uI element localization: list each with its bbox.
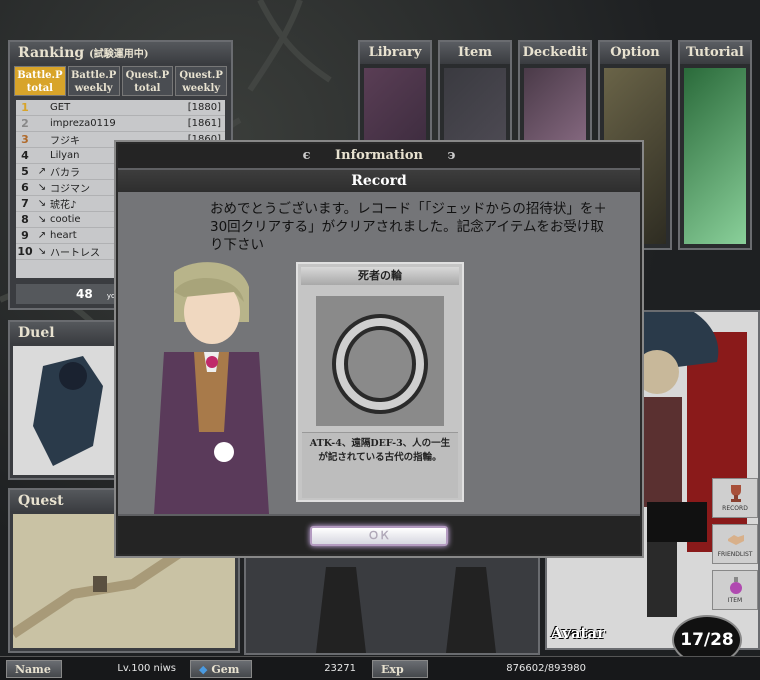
ornament-icon: ϶	[447, 148, 456, 163]
information-dialog: ϵ Information ϶ Record おめでとうございます。レコード「「…	[116, 142, 642, 556]
handshake-icon	[728, 535, 744, 545]
character-portrait	[154, 262, 269, 514]
item-name: 死者の輪	[301, 267, 459, 285]
gem-value: 23271	[324, 663, 356, 674]
tab-battle-weekly[interactable]: Battle.P weekly	[67, 66, 120, 96]
tab-quest-total[interactable]: Quest.P total	[121, 66, 174, 96]
trophy-icon	[731, 485, 741, 502]
background-characters-art	[244, 555, 540, 655]
gem-icon: ◆	[199, 663, 208, 676]
ranking-title: Ranking (試験運用中)	[10, 42, 231, 64]
record-button[interactable]: RECORD	[712, 478, 758, 518]
gem-label: ◆ Gem	[190, 660, 252, 678]
reward-item-card: 死者の輪 ATK-4、遠隔DEF-3、人の一生が記されている古代の指輪。	[296, 262, 464, 502]
item-button[interactable]: ITEM	[712, 570, 758, 610]
tab-battle-total[interactable]: Battle.P total	[14, 66, 66, 96]
ok-button[interactable]: ＯＫ	[310, 526, 448, 546]
ranking-tabs: Battle.P total Battle.P weekly Quest.P tota…	[10, 64, 231, 98]
duel-art	[13, 346, 133, 475]
dialog-footer: ＯＫ	[118, 516, 640, 554]
dialog-header: ϵ Information ϶	[118, 144, 640, 168]
dialog-message: おめでとうございます。レコード「「ジェッドからの招待状」を＋30回クリアする」が…	[210, 201, 607, 253]
potion-icon	[730, 577, 742, 594]
ring-icon	[316, 296, 444, 426]
exp-label: Exp	[372, 660, 428, 678]
status-bar: Name Lv.100 niws ◆ Gem 23271 Exp 876602/…	[0, 656, 760, 680]
tutorial-art	[684, 68, 746, 244]
ranking-row[interactable]: 1 GET [1880]	[16, 100, 225, 116]
name-label: Name	[6, 660, 62, 678]
ranking-row[interactable]: 2 impreza0119 [1861]	[16, 116, 225, 132]
player-name-value: Lv.100 niws	[117, 663, 176, 674]
dialog-body: おめでとうございます。レコード「「ジェッドからの招待状」を＋30回クリアする」が…	[118, 192, 640, 514]
ornament-icon: ϵ	[302, 148, 311, 163]
item-description: ATK-4、遠隔DEF-3、人の一生が記されている古代の指輪。	[302, 432, 458, 498]
tab-quest-weekly[interactable]: Quest.P weekly	[175, 66, 227, 96]
friendlist-button[interactable]: FRIENDLIST	[712, 524, 758, 564]
exp-value: 876602/893980	[506, 663, 586, 674]
menu-tutorial[interactable]: Tutorial	[678, 40, 752, 250]
dialog-subtitle: Record	[118, 170, 640, 192]
